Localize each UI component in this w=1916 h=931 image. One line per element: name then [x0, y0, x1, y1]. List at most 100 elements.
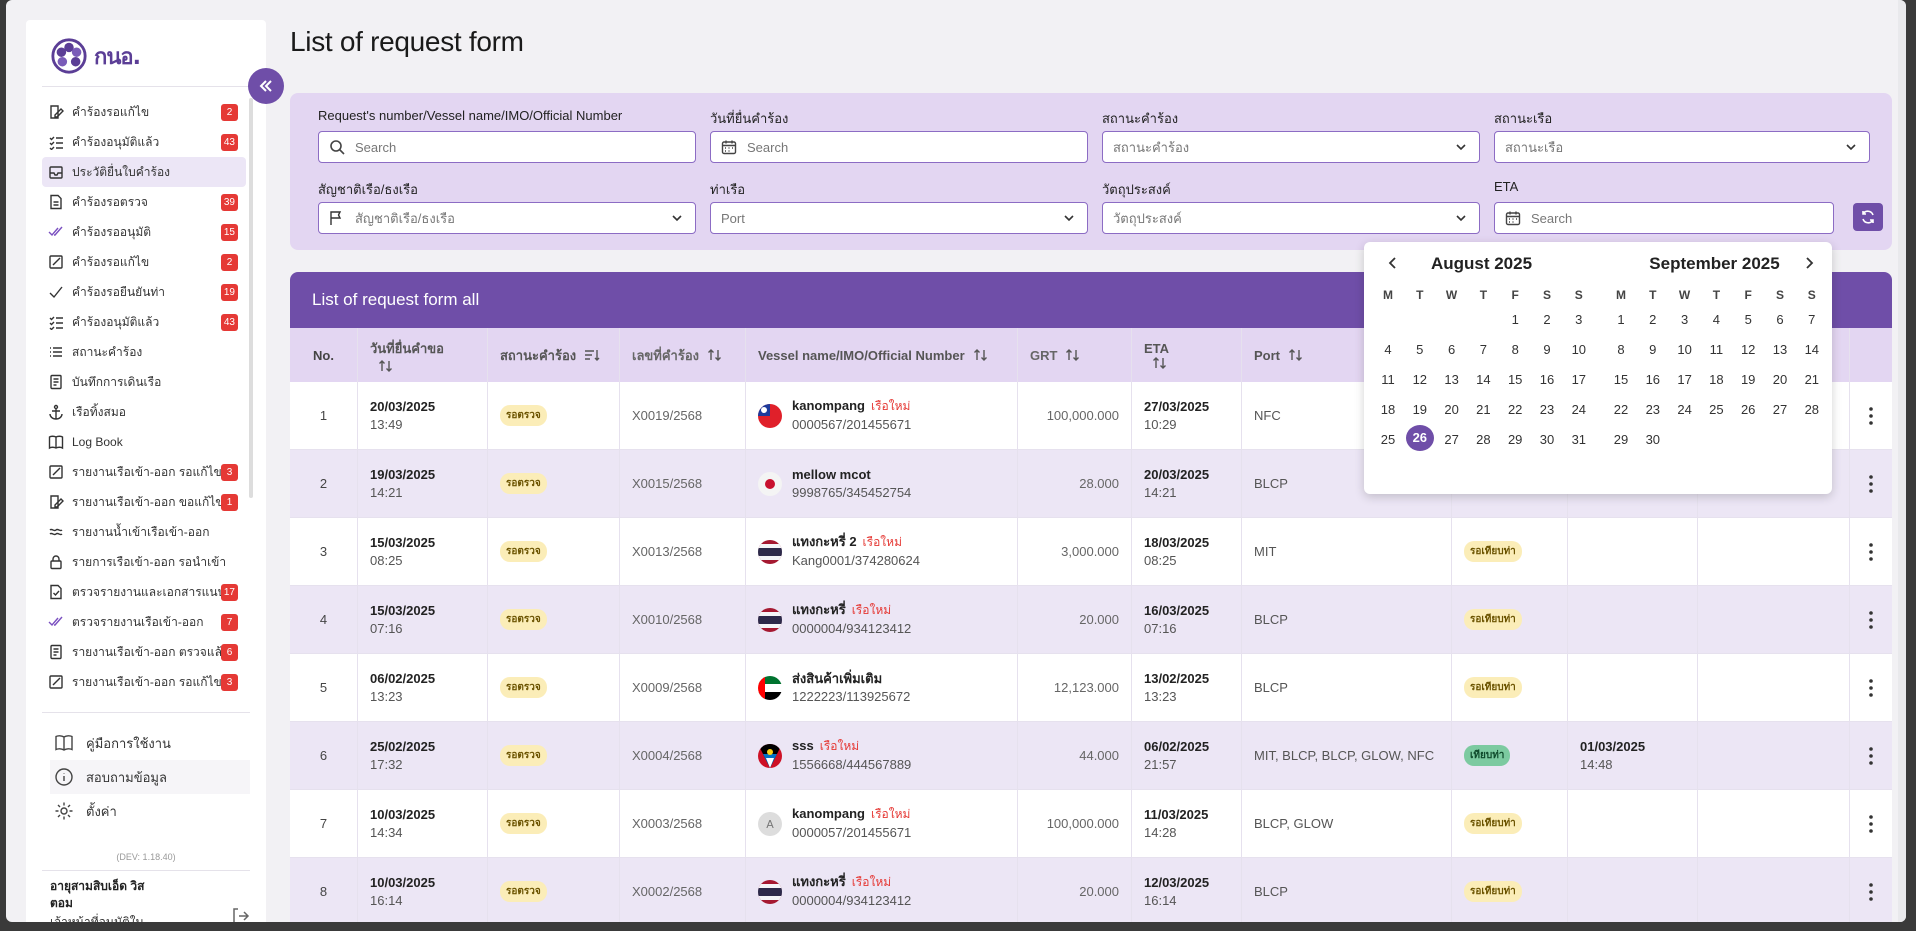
search-input[interactable]: Search [318, 131, 696, 163]
logout-icon[interactable] [230, 906, 250, 922]
sort-icon[interactable] [707, 348, 723, 362]
calendar-day[interactable]: 23 [1639, 402, 1667, 418]
more-options-icon[interactable] [1869, 882, 1873, 901]
calendar-day[interactable]: 27 [1766, 402, 1794, 418]
calendar-day[interactable]: 20 [1766, 372, 1794, 388]
calendar-day[interactable]: 25 [1702, 402, 1730, 418]
calendar-day[interactable]: 24 [1671, 402, 1699, 418]
sidebar-item[interactable]: สถานะคำร้อง [42, 337, 246, 367]
sidebar-scrollbar[interactable] [249, 98, 253, 498]
table-header-cell[interactable]: เลขที่คำร้อง [620, 328, 746, 382]
calendar-day[interactable]: 2 [1533, 312, 1561, 328]
sort-icon[interactable] [1288, 348, 1304, 362]
calendar-day-selected[interactable]: 26 [1405, 425, 1434, 451]
collapse-sidebar-button[interactable] [248, 68, 284, 104]
calendar-day[interactable]: 21 [1469, 402, 1497, 418]
calendar-day[interactable]: 15 [1501, 372, 1529, 388]
calendar-day[interactable]: 10 [1565, 342, 1593, 358]
calendar-day[interactable]: 11 [1374, 372, 1402, 388]
calendar-day[interactable]: 5 [1406, 342, 1434, 358]
sort-icon[interactable] [1065, 348, 1081, 362]
calendar-day[interactable]: 12 [1734, 342, 1762, 358]
calendar-day[interactable]: 9 [1639, 342, 1667, 358]
calendar-day[interactable]: 31 [1565, 432, 1593, 448]
sidebar-item[interactable]: Log Book [42, 427, 246, 457]
calendar-day[interactable]: 23 [1533, 402, 1561, 418]
calendar-day[interactable]: 11 [1702, 342, 1730, 358]
calendar-day[interactable]: 25 [1374, 432, 1402, 448]
table-row[interactable]: 5 06/02/2025 13:23 รอตรวจ X0009/2568 ส่ง… [290, 654, 1892, 722]
table-header-cell[interactable]: สถานะคำร้อง [488, 328, 620, 382]
table-header-cell[interactable]: ETA [1132, 328, 1242, 382]
calendar-day[interactable]: 8 [1607, 342, 1635, 358]
calendar-day[interactable]: 13 [1766, 342, 1794, 358]
nationality-select[interactable]: สัญชาติเรือ/ธงเรือ [318, 202, 696, 234]
sidebar-item[interactable]: รายงานเรือเข้า-ออก ขอแก้ไข 1 [42, 487, 246, 517]
calendar-day[interactable]: 22 [1501, 402, 1529, 418]
purpose-select[interactable]: วัตถุประสงค์ [1102, 202, 1480, 234]
sort-icon[interactable] [973, 348, 989, 362]
sidebar-item[interactable]: คำร้องรอยืนยันท่า 19 [42, 277, 246, 307]
calendar-day[interactable]: 6 [1766, 312, 1794, 328]
more-options-icon[interactable] [1869, 814, 1873, 833]
eta-input[interactable]: Search [1494, 202, 1834, 234]
calendar-day[interactable]: 3 [1671, 312, 1699, 328]
sidebar-bottom-item[interactable]: สอบถามข้อมูล [50, 760, 250, 794]
sidebar-item[interactable]: รายงานน้ำเข้าเรือเข้า-ออก [42, 517, 246, 547]
calendar-day[interactable]: 12 [1406, 372, 1434, 388]
calendar-day[interactable]: 30 [1639, 432, 1667, 448]
sidebar-item[interactable]: คำร้องรอแก้ไข 2 [42, 97, 246, 127]
table-header-cell[interactable]: วันที่ยื่นคำขอ [358, 328, 488, 382]
filter-sort-icon[interactable] [584, 348, 600, 362]
calendar-day[interactable]: 21 [1798, 372, 1826, 388]
calendar-day[interactable]: 18 [1702, 372, 1730, 388]
calendar-day[interactable]: 17 [1565, 372, 1593, 388]
calendar-day[interactable]: 1 [1501, 312, 1529, 328]
table-row[interactable]: 6 25/02/2025 17:32 รอตรวจ X0004/2568 sss… [290, 722, 1892, 790]
sidebar-item[interactable]: ตรวจรายงานเรือเข้า-ออก 7 [42, 607, 246, 637]
sidebar-item[interactable]: รายงานเรือเข้า-ออก รอแก้ไข 3 [42, 667, 246, 697]
calendar-day[interactable]: 30 [1533, 432, 1561, 448]
calendar-day[interactable]: 6 [1438, 342, 1466, 358]
table-row[interactable]: 4 15/03/2025 07:16 รอตรวจ X0010/2568 แทง… [290, 586, 1892, 654]
sidebar-item[interactable]: ตรวจรายงานและเอกสารแนบ 17 [42, 577, 246, 607]
calendar-day[interactable]: 18 [1374, 402, 1402, 418]
sidebar-item[interactable]: คำร้องอนุมัติแล้ว 43 [42, 127, 246, 157]
calendar-day[interactable]: 10 [1671, 342, 1699, 358]
calendar-day[interactable]: 14 [1469, 372, 1497, 388]
sidebar-bottom-item[interactable]: คู่มือการใช้งาน [50, 726, 250, 760]
more-options-icon[interactable] [1869, 406, 1873, 425]
calendar-day[interactable]: 26 [1734, 402, 1762, 418]
logo[interactable]: กนอ. [50, 36, 141, 76]
sidebar-item[interactable]: คำร้องรอตรวจ 39 [42, 187, 246, 217]
sidebar-item[interactable]: คำร้องรออนุมัติ 15 [42, 217, 246, 247]
calendar-day[interactable]: 1 [1607, 312, 1635, 328]
more-options-icon[interactable] [1869, 542, 1873, 561]
calendar-day[interactable]: 27 [1438, 432, 1466, 448]
calendar-day[interactable]: 20 [1438, 402, 1466, 418]
table-row[interactable]: 7 10/03/2025 14:34 รอตรวจ X0003/2568 A k… [290, 790, 1892, 858]
vessel-status-select[interactable]: สถานะเรือ [1494, 131, 1870, 163]
sort-icon[interactable] [1152, 356, 1168, 370]
calendar-day[interactable]: 22 [1607, 402, 1635, 418]
more-options-icon[interactable] [1869, 474, 1873, 493]
calendar-day[interactable]: 3 [1565, 312, 1593, 328]
calendar-day[interactable]: 28 [1798, 402, 1826, 418]
page-scrollbar[interactable] [1898, 0, 1906, 922]
table-row[interactable]: 8 10/03/2025 16:14 รอตรวจ X0002/2568 แทง… [290, 858, 1892, 922]
calendar-day[interactable]: 9 [1533, 342, 1561, 358]
calendar-day[interactable]: 29 [1607, 432, 1635, 448]
calendar-day[interactable]: 16 [1639, 372, 1667, 388]
calendar-day[interactable]: 5 [1734, 312, 1762, 328]
table-header-cell[interactable]: No. [290, 328, 358, 382]
sidebar-item[interactable]: เรือทิ้งสมอ [42, 397, 246, 427]
table-row[interactable]: 3 15/03/2025 08:25 รอตรวจ X0013/2568 แทง… [290, 518, 1892, 586]
sidebar-item[interactable]: รายงานเรือเข้า-ออก ตรวจแล้ว 6 [42, 637, 246, 667]
calendar-day[interactable]: 4 [1374, 342, 1402, 358]
calendar-day[interactable]: 7 [1469, 342, 1497, 358]
more-options-icon[interactable] [1869, 610, 1873, 629]
request-status-select[interactable]: สถานะคำร้อง [1102, 131, 1480, 163]
sidebar-item[interactable]: คำร้องรอแก้ไข 2 [42, 247, 246, 277]
more-options-icon[interactable] [1869, 746, 1873, 765]
more-options-icon[interactable] [1869, 678, 1873, 697]
